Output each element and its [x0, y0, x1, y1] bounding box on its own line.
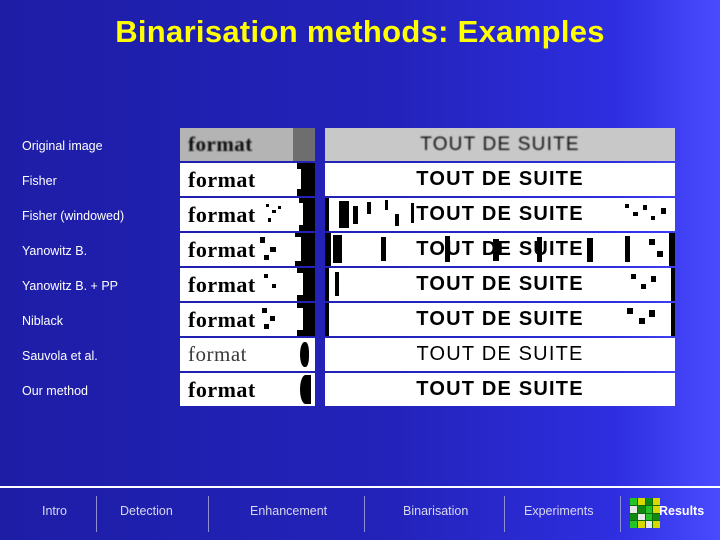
sample-image-small: format — [180, 163, 315, 196]
nav-item-results[interactable]: Results — [659, 504, 704, 518]
table-row: Yanowitz B. format TOUT DE SUITE — [20, 233, 700, 269]
sample-image-big: TOUT DE SUITE — [325, 338, 675, 371]
table-row: Yanowitz B. + PP format TOUT DE SUITE — [20, 268, 700, 304]
sample-text: format — [188, 376, 256, 402]
sample-image-small: format — [180, 303, 315, 336]
sample-text: TOUT DE SUITE — [420, 133, 580, 155]
nav-item-detection[interactable]: Detection — [120, 504, 173, 518]
page-title: Binarisation methods: Examples — [115, 14, 605, 49]
sample-artifact — [289, 273, 303, 295]
nav-separator — [620, 496, 621, 532]
sample-edge-shade — [293, 128, 315, 161]
sample-artifact — [287, 169, 301, 189]
sample-image-big: TOUT DE SUITE — [325, 128, 675, 161]
sample-artifact — [287, 237, 301, 261]
sample-image-big: TOUT DE SUITE — [325, 163, 675, 196]
sample-text: format — [188, 342, 247, 366]
slide: Binarisation methods: Examples Original … — [0, 0, 720, 540]
table-row: Niblack format TOUT DE SUITE — [20, 303, 700, 339]
table-row: Fisher format TOUT DE SUITE — [20, 163, 700, 199]
sample-image-small: format — [180, 338, 315, 371]
sample-text: TOUT DE SUITE — [416, 168, 584, 190]
nav-separator — [208, 496, 209, 532]
nav-separator — [504, 496, 505, 532]
sample-image-small: format — [180, 233, 315, 266]
company-logo-icon — [630, 498, 660, 528]
sample-text: TOUT DE SUITE — [416, 273, 584, 295]
sample-text: TOUT DE SUITE — [416, 308, 584, 330]
sample-text: TOUT DE SUITE — [416, 203, 584, 225]
row-label: Sauvola et al. — [22, 349, 98, 363]
sample-text: TOUT DE SUITE — [416, 238, 584, 260]
nav-item-enhancement[interactable]: Enhancement — [250, 504, 327, 518]
table-row: Original image format TOUT DE SUITE — [20, 128, 700, 164]
row-label: Our method — [22, 384, 89, 398]
sample-image-big: TOUT DE SUITE — [325, 198, 675, 231]
row-label: Fisher (windowed) — [22, 209, 125, 223]
nav-separator — [364, 496, 365, 532]
sample-image-small: format — [180, 373, 315, 406]
sample-image-small: format — [180, 128, 315, 161]
sample-artifact — [289, 308, 303, 330]
sample-image-big: TOUT DE SUITE — [325, 303, 675, 336]
sample-image-big: TOUT DE SUITE — [325, 268, 675, 301]
sample-artifact — [300, 342, 309, 367]
table-row: Our method format TOUT DE SUITE — [20, 373, 700, 409]
nav-item-intro[interactable]: Intro — [42, 504, 67, 518]
sample-artifact — [300, 375, 311, 404]
row-label: Yanowitz B. — [22, 244, 88, 258]
sample-image-big: TOUT DE SUITE — [325, 373, 675, 406]
table-row: Sauvola et al. format TOUT DE SUITE — [20, 338, 700, 374]
nav-item-binarisation[interactable]: Binarisation — [403, 504, 468, 518]
row-label: Yanowitz B. + PP — [22, 279, 118, 293]
sample-text: TOUT DE SUITE — [416, 378, 584, 400]
sample-image-small: format — [180, 268, 315, 301]
sample-image-small: format — [180, 198, 315, 231]
row-label: Fisher — [22, 174, 57, 188]
sample-text: TOUT DE SUITE — [416, 343, 584, 365]
table-row: Fisher (windowed) format TOUT DE SUITE — [20, 198, 700, 234]
row-label: Original image — [22, 139, 103, 153]
nav-item-experiments[interactable]: Experiments — [524, 504, 593, 518]
sample-artifact — [290, 203, 303, 225]
nav-separator — [96, 496, 97, 532]
bottom-navigation: Intro Detection Enhancement Binarisation… — [0, 486, 720, 540]
sample-image-big: TOUT DE SUITE — [325, 233, 675, 266]
row-label: Niblack — [22, 314, 63, 328]
